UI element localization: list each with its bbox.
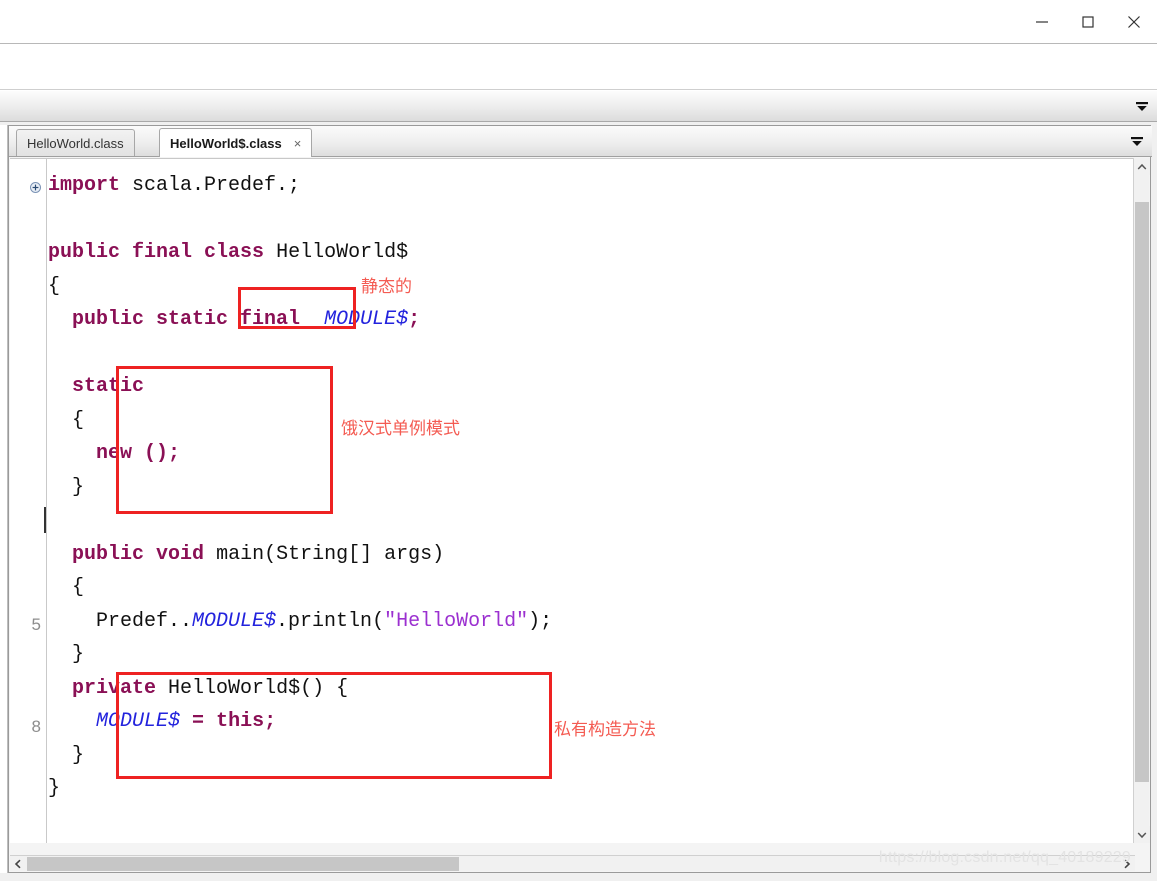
annotation-label-static-modifier: 静态的 <box>361 277 412 296</box>
source-code: import scala.Predef.; public final class… <box>48 174 553 800</box>
line-number: 5 <box>31 615 41 634</box>
horizontal-scrollbar[interactable]: https://blog.csdn.net/qq_40189229 <box>10 849 1135 872</box>
chevron-down-icon <box>1137 831 1147 838</box>
tab-bar: HelloWorld.class HelloWorld$.class × <box>9 126 1152 157</box>
tab-helloworld-class[interactable]: HelloWorld.class <box>16 129 135 156</box>
line-number-gutter: 5 8 <box>10 159 47 843</box>
code-text-container[interactable]: import scala.Predef.; public final class… <box>44 159 1135 843</box>
vertical-scrollbar[interactable] <box>1133 158 1150 843</box>
tab-label: HelloWorld.class <box>27 135 124 151</box>
window-controls <box>1019 0 1157 44</box>
chevron-down-icon <box>1131 137 1143 146</box>
annotation-label-private-constructor: 私有构造方法 <box>554 720 656 739</box>
title-bar <box>0 0 1157 44</box>
minimize-button[interactable] <box>1019 0 1065 44</box>
view-bar <box>0 91 1157 122</box>
vertical-scroll-thumb[interactable] <box>1135 202 1149 782</box>
editor-frame: HelloWorld.class HelloWorld$.class × 5 8… <box>8 125 1152 873</box>
tab-label: HelloWorld$.class <box>170 135 282 151</box>
watermark-text: https://blog.csdn.net/qq_40189229 <box>878 849 1131 866</box>
scroll-up-button[interactable] <box>1134 158 1150 175</box>
scroll-down-button[interactable] <box>1134 826 1150 843</box>
tab-helloworld-dollar-class[interactable]: HelloWorld$.class × <box>159 128 313 157</box>
minimize-icon <box>1036 21 1048 23</box>
editor-panel: HelloWorld.class HelloWorld$.class × 5 8… <box>0 91 1157 881</box>
line-number: 8 <box>31 717 41 736</box>
close-icon <box>1128 16 1140 28</box>
chevron-down-icon <box>1136 102 1148 111</box>
horizontal-scroll-thumb[interactable] <box>27 857 459 871</box>
application-window: HelloWorld.class HelloWorld$.class × 5 8… <box>0 0 1157 881</box>
text-caret <box>44 507 46 533</box>
scroll-left-button[interactable] <box>10 856 26 872</box>
fold-collapse-icon[interactable] <box>30 180 41 193</box>
code-viewer[interactable]: 5 8 import scala.Predef.; public final c… <box>10 158 1135 843</box>
close-button[interactable] <box>1111 0 1157 44</box>
toolbar-strip <box>0 45 1157 90</box>
chevron-left-icon <box>14 859 21 869</box>
maximize-button[interactable] <box>1065 0 1111 44</box>
chevron-up-icon <box>1137 163 1147 170</box>
tab-overflow-menu-button[interactable] <box>1128 133 1146 151</box>
annotation-label-eager-singleton: 饿汉式单例模式 <box>341 419 460 438</box>
tab-close-icon[interactable]: × <box>294 137 302 150</box>
maximize-icon <box>1082 16 1094 28</box>
view-menu-button[interactable] <box>1133 98 1151 116</box>
left-edge-strip <box>0 125 8 873</box>
